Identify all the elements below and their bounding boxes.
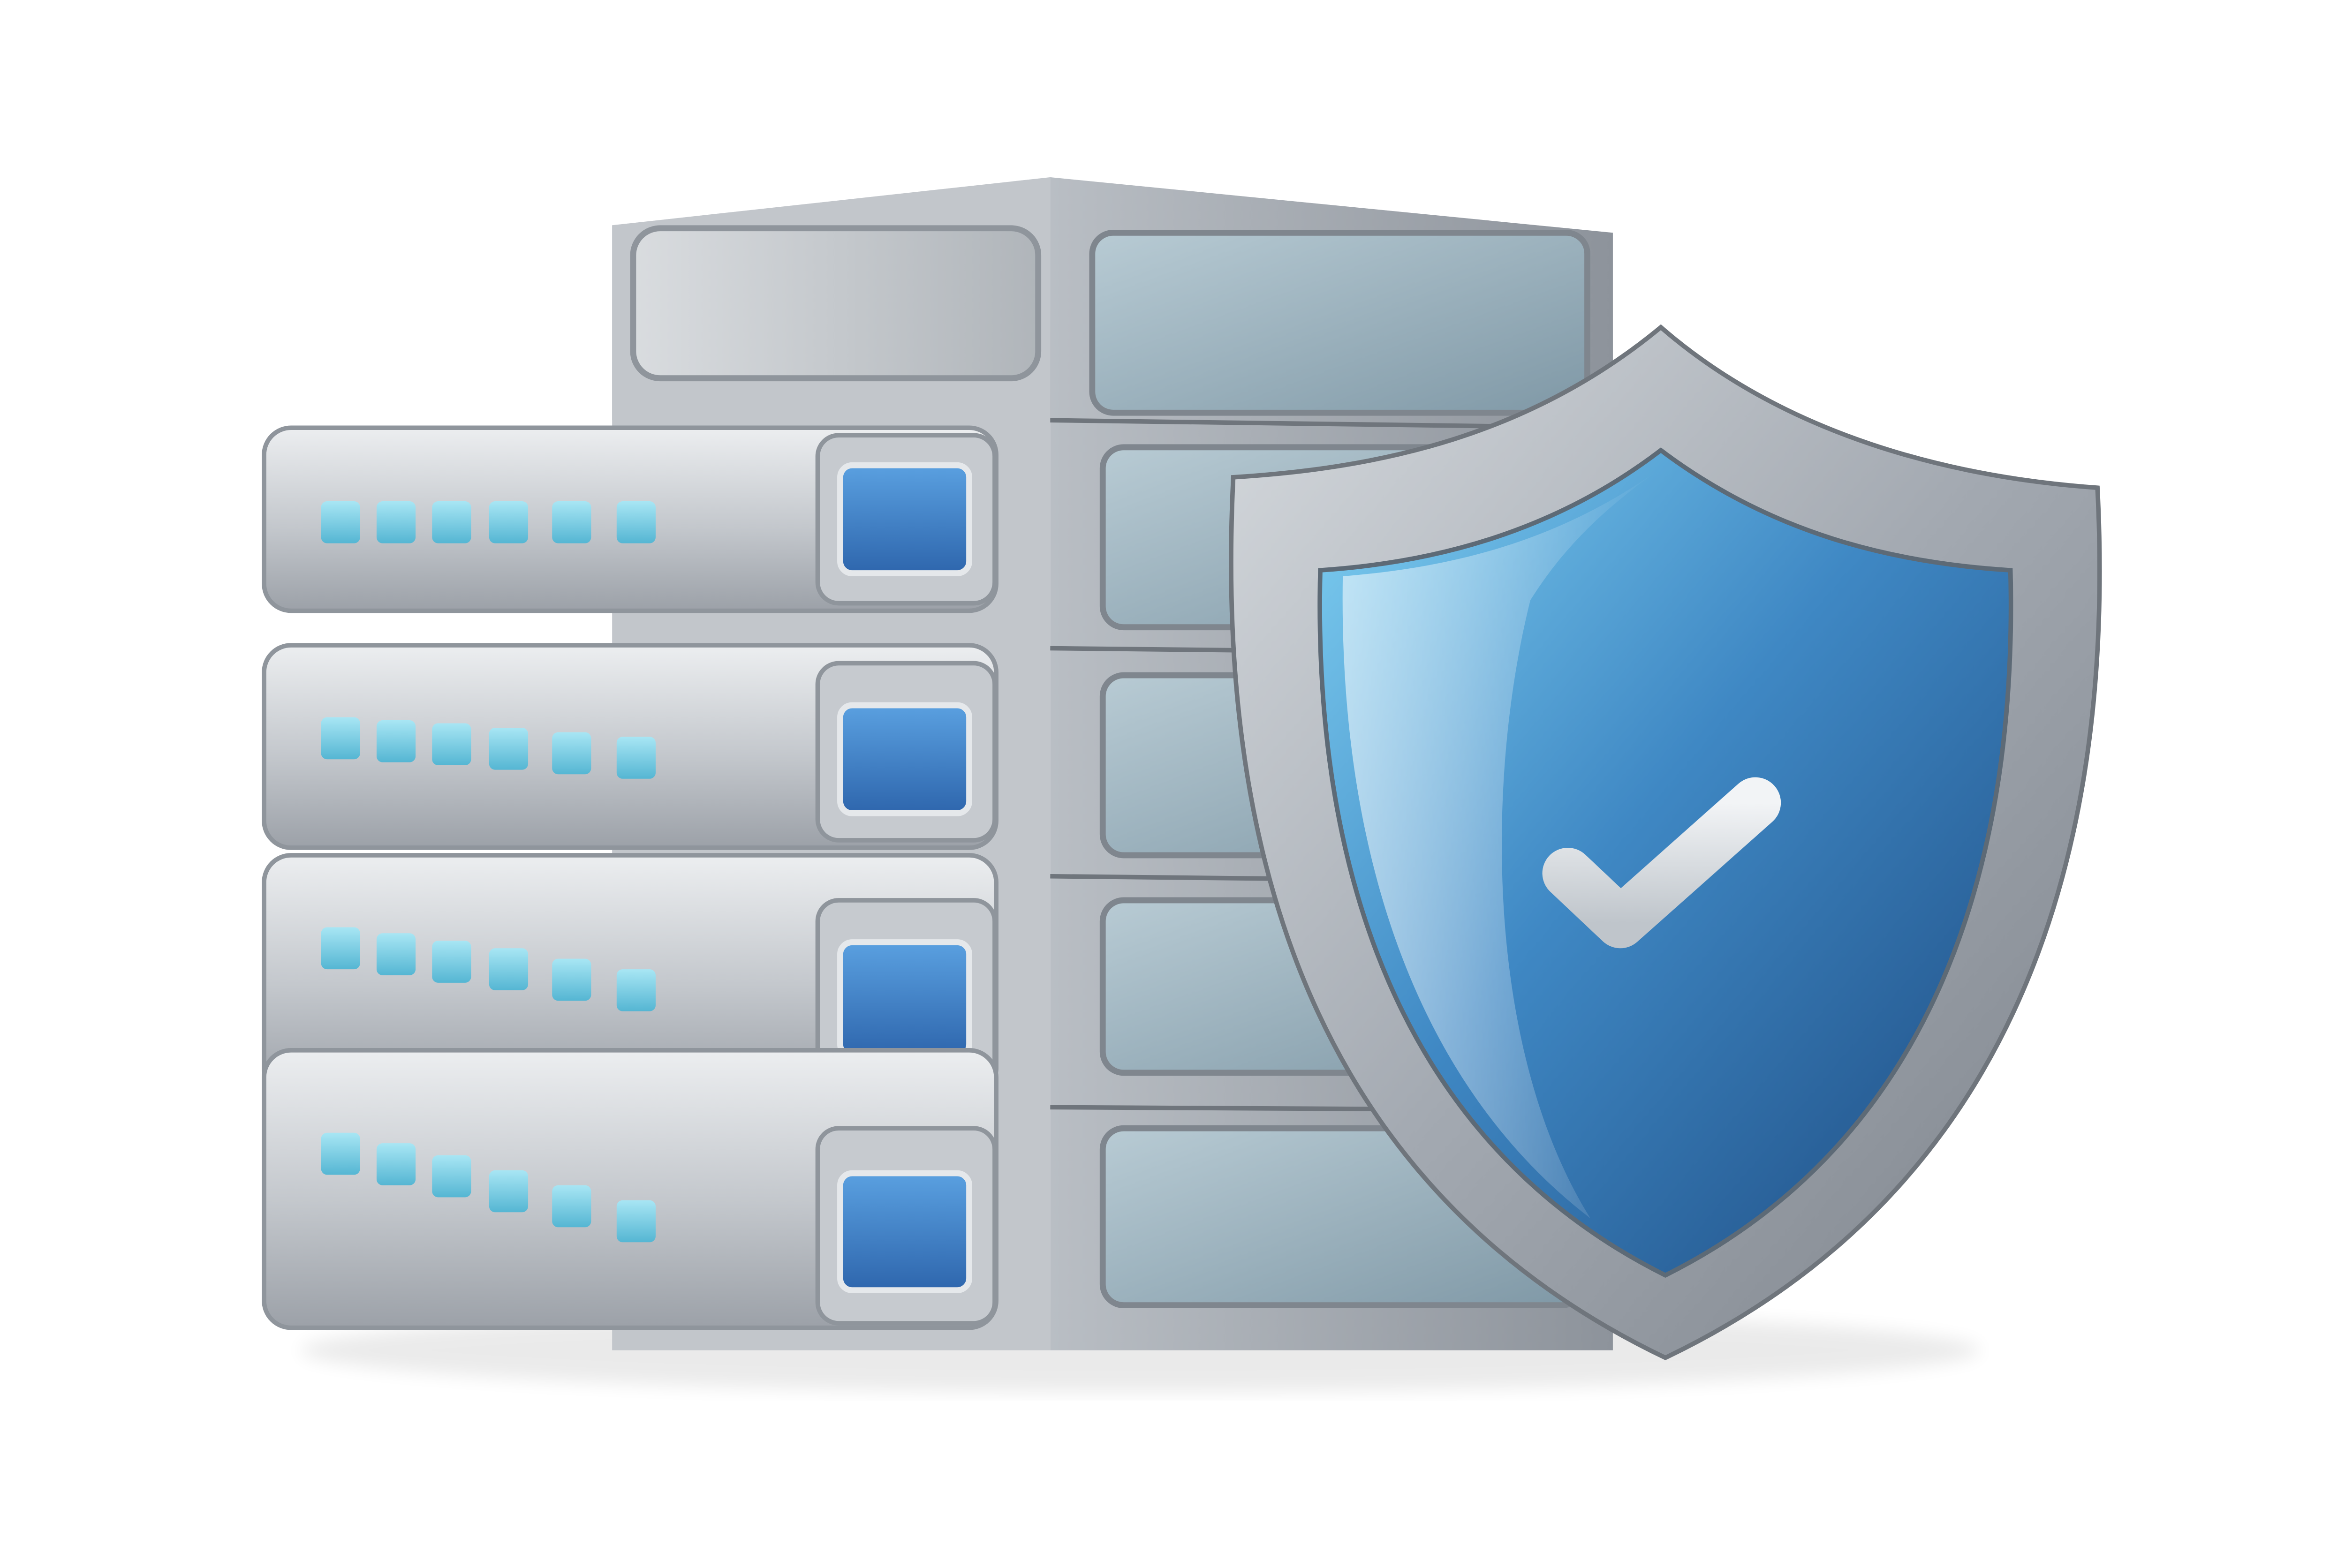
power-button [837,1170,972,1294]
server-unit-1 [262,425,999,613]
server-unit-2 [262,643,999,850]
tower-glass-panel [1089,229,1590,416]
power-button [837,462,972,576]
server-unit-4 [262,1048,999,1330]
power-button [837,939,972,1060]
power-button [837,702,972,816]
illustration-canvas [262,177,2102,1393]
tower-top-window [630,225,1042,382]
server-security-illustration [0,0,2345,1568]
